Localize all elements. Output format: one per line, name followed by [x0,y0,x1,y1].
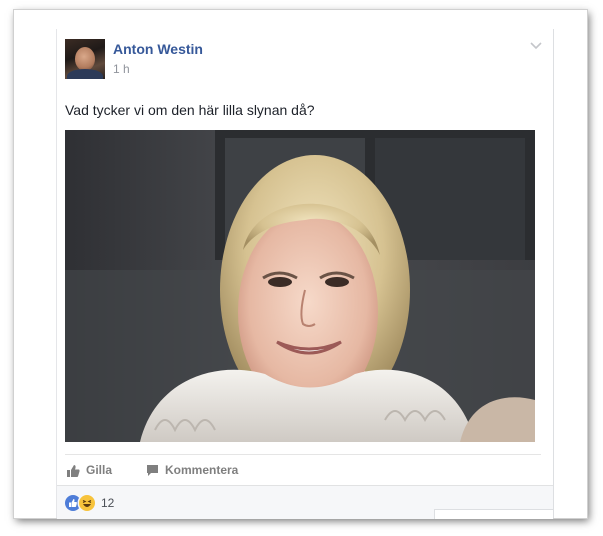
reaction-count[interactable]: 12 [101,496,114,510]
screenshot-frame: Anton Westin 1 h Vad tycker vi om den hä… [14,10,587,519]
like-label: Gilla [86,463,113,477]
post-card: Anton Westin 1 h Vad tycker vi om den hä… [56,29,554,519]
avatar-shoulders [67,69,103,79]
post-text: Vad tycker vi om den här lilla slynan då… [65,102,315,118]
comment-button[interactable]: Kommentera [146,459,238,481]
avatar[interactable] [65,39,105,79]
post-actions: Gilla Kommentera [65,459,541,481]
comment-label: Kommentera [165,463,239,477]
reaction-icons[interactable] [65,495,99,511]
like-button[interactable]: Gilla [67,459,112,481]
speech-bubble-icon [147,464,158,476]
author-name[interactable]: Anton Westin [113,41,203,57]
haha-reaction-icon [79,495,95,511]
post-header: Anton Westin 1 h [65,39,545,81]
post-photo[interactable] [65,130,535,442]
avatar-face [75,47,95,71]
post-timestamp[interactable]: 1 h [113,62,130,76]
thumbs-up-icon [67,464,80,477]
actions-divider [65,454,541,455]
chevron-down-icon[interactable] [529,39,543,53]
comment-box-stub [434,509,553,519]
reactions-bar: 12 [57,485,553,519]
